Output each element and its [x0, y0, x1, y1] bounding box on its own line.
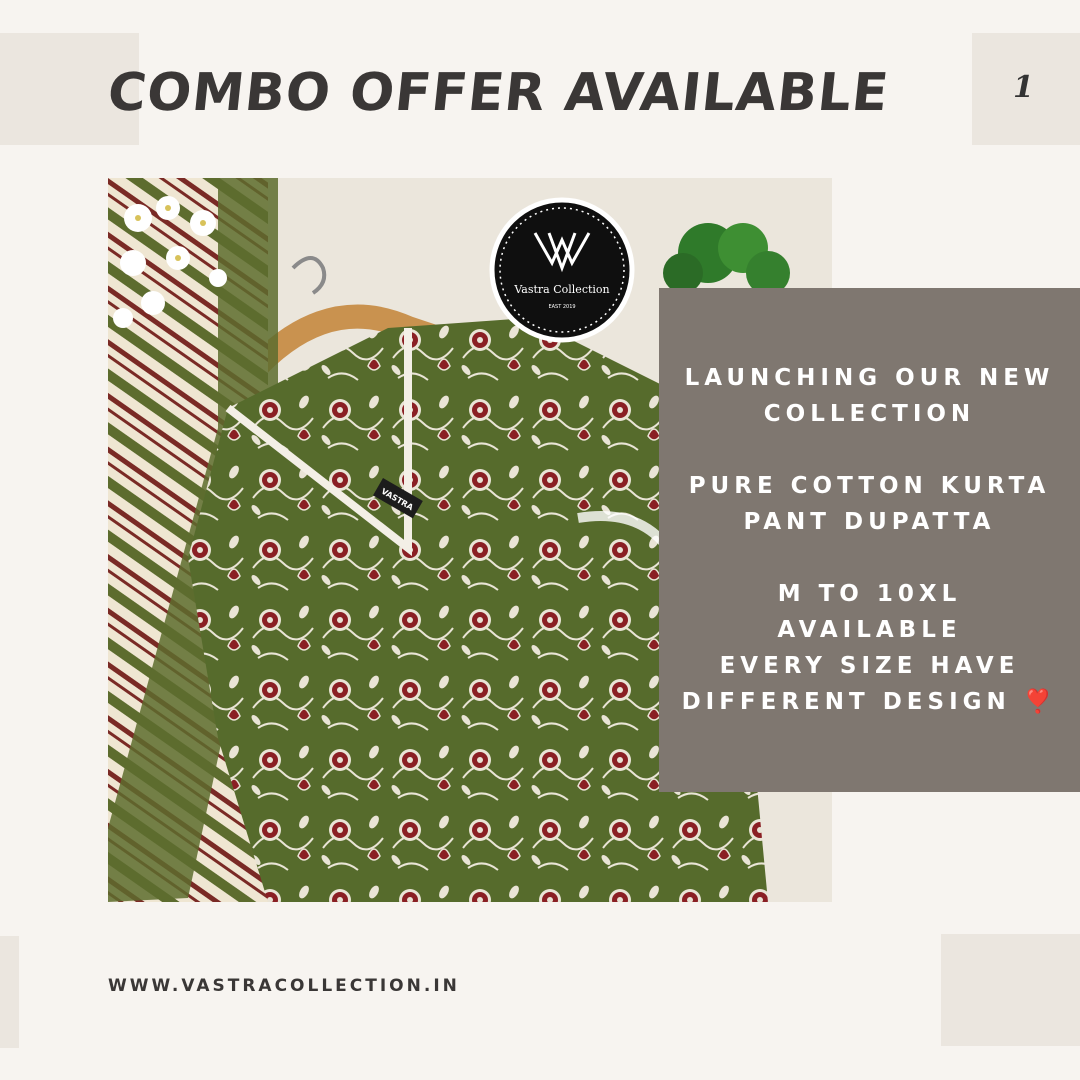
info-line-7: EVERY SIZE HAVE: [719, 653, 1020, 679]
info-line-5: M TO 10XL: [777, 581, 962, 607]
page-number: 1: [1013, 70, 1034, 105]
info-line-1: LAUNCHING OUR NEW: [684, 365, 1055, 391]
heart-exclamation-icon: ❣️: [1023, 689, 1058, 715]
info-launch: LAUNCHING OUR NEW COLLECTION: [685, 360, 1055, 432]
brand-badge-sub: EAST 2019: [548, 304, 575, 310]
info-sizes: M TO 10XL AVAILABLE EVERY SIZE HAVE DIFF…: [682, 576, 1058, 720]
brand-badge: Vastra Collection EAST 2019: [489, 197, 635, 343]
decor-block-bottom-right: [941, 934, 1080, 1046]
headline: COMBO OFFER AVAILABLE: [104, 63, 892, 123]
info-line-2: COLLECTION: [763, 401, 976, 427]
decor-block-bottom-left: [0, 936, 19, 1048]
info-line-3: PURE COTTON KURTA: [688, 473, 1051, 499]
website-link[interactable]: WWW.VASTRACOLLECTION.IN: [108, 976, 460, 996]
brand-badge-text: Vastra Collection: [513, 283, 609, 296]
info-fabric: PURE COTTON KURTA PANT DUPATTA: [689, 468, 1051, 540]
info-line-8: DIFFERENT DESIGN: [681, 689, 1011, 715]
info-line-6: AVAILABLE: [777, 617, 962, 643]
info-panel: LAUNCHING OUR NEW COLLECTION PURE COTTON…: [659, 288, 1080, 792]
info-line-4: PANT DUPATTA: [743, 509, 996, 535]
